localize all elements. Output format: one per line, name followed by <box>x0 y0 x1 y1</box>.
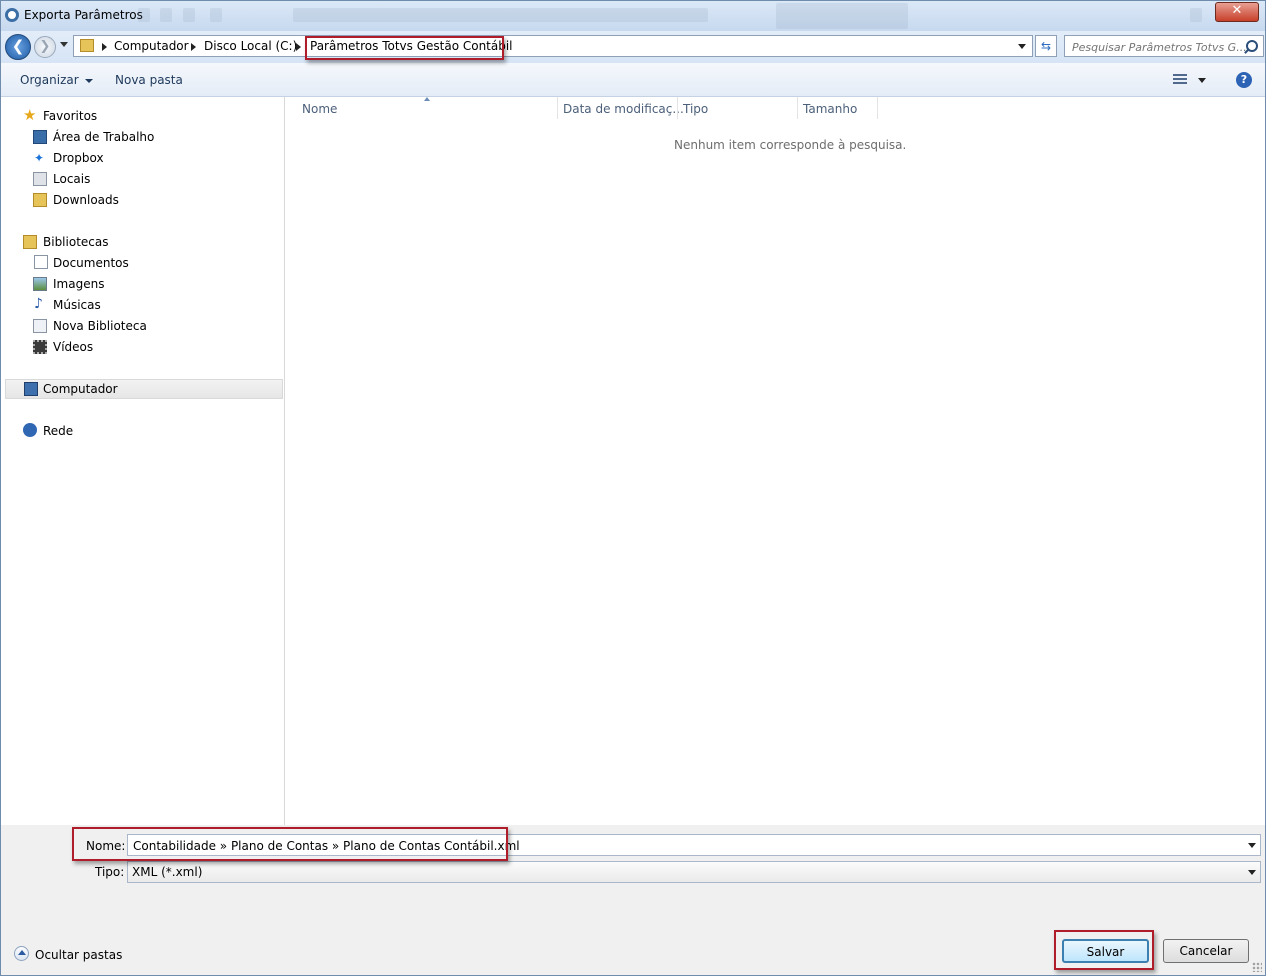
sidebar-item-nova-biblioteca[interactable]: Nova Biblioteca <box>53 319 147 333</box>
sidebar-item-downloads[interactable]: Downloads <box>53 193 119 207</box>
address-dropdown-icon[interactable] <box>1018 44 1026 49</box>
column-header-data[interactable]: Data de modificaç... <box>563 102 684 116</box>
library-icon <box>33 319 47 333</box>
background-ghost <box>160 8 172 22</box>
resize-grip[interactable] <box>1252 962 1262 972</box>
title-bar: Exporta Parâmetros ✕ <box>1 1 1265 31</box>
sidebar-item-rede[interactable]: Rede <box>43 424 73 438</box>
column-divider[interactable] <box>557 97 558 119</box>
sidebar-item-area-de-trabalho[interactable]: Área de Trabalho <box>53 130 154 144</box>
empty-message: Nenhum item corresponde à pesquisa. <box>674 138 907 152</box>
sidebar-item-locais[interactable]: Locais <box>53 172 90 186</box>
type-label: Tipo: <box>95 865 125 879</box>
sidebar-item-computador[interactable]: Computador <box>43 382 118 396</box>
annotation-highlight-save <box>1054 930 1154 970</box>
background-ghost <box>210 8 222 22</box>
chevron-down-icon[interactable] <box>1248 870 1256 875</box>
sidebar-item-favoritos[interactable]: Favoritos <box>43 109 97 123</box>
save-dialog-window: Exporta Parâmetros ✕ ❮ ❯ Computador Disc… <box>0 0 1266 976</box>
navigation-pane: ★ Favoritos Área de Trabalho ✦ Dropbox L… <box>1 97 285 825</box>
downloads-folder-icon <box>33 193 47 207</box>
background-ghost <box>776 3 908 29</box>
column-divider[interactable] <box>797 97 798 119</box>
recent-places-icon <box>33 172 47 186</box>
chevron-up-icon[interactable] <box>14 946 29 961</box>
close-button[interactable]: ✕ <box>1215 2 1259 22</box>
annotation-highlight-filename <box>72 827 508 861</box>
file-type-select[interactable]: XML (*.xml) <box>127 861 1261 883</box>
sort-ascending-icon <box>424 97 430 101</box>
computer-icon <box>24 382 38 396</box>
back-button[interactable]: ❮ <box>5 34 31 60</box>
recent-pages-dropdown-icon[interactable] <box>60 42 68 47</box>
app-icon <box>5 8 19 22</box>
background-ghost <box>293 8 708 22</box>
network-icon <box>23 423 37 437</box>
new-folder-button[interactable]: Nova pasta <box>115 73 183 87</box>
search-icon[interactable] <box>1246 40 1258 52</box>
address-bar[interactable]: Computador Disco Local (C:) Parâmetros T… <box>73 35 1033 57</box>
column-header-nome[interactable]: Nome <box>302 102 337 116</box>
cancel-button[interactable]: Cancelar <box>1163 939 1249 963</box>
view-options-icon[interactable] <box>1173 74 1187 85</box>
annotation-highlight-folder <box>305 36 504 60</box>
view-dropdown-icon[interactable] <box>1198 78 1206 83</box>
chevron-down-icon[interactable] <box>1248 843 1256 848</box>
sidebar-item-videos[interactable]: Vídeos <box>53 340 93 354</box>
file-list-pane: Nome Data de modificaç... Tipo Tamanho N… <box>285 97 1265 825</box>
column-header-tipo[interactable]: Tipo <box>683 102 708 116</box>
background-ghost <box>1190 8 1202 22</box>
column-divider[interactable] <box>677 97 678 119</box>
file-type-value: XML (*.xml) <box>132 865 203 879</box>
chevron-right-icon[interactable] <box>102 43 107 51</box>
hide-folders-button[interactable]: Ocultar pastas <box>35 948 122 962</box>
command-toolbar: Organizar Nova pasta ? <box>1 63 1265 97</box>
refresh-button[interactable]: ⇆ <box>1035 35 1057 57</box>
sidebar-item-dropbox[interactable]: Dropbox <box>53 151 104 165</box>
organize-label: Organizar <box>20 73 79 87</box>
address-bar-row: ❮ ❯ Computador Disco Local (C:) Parâmetr… <box>1 31 1265 63</box>
star-icon: ★ <box>23 106 37 124</box>
sidebar-item-documentos[interactable]: Documentos <box>53 256 129 270</box>
dropbox-icon: ✦ <box>34 151 45 165</box>
sidebar-item-bibliotecas[interactable]: Bibliotecas <box>43 235 108 249</box>
sidebar-item-musicas[interactable]: Músicas <box>53 298 101 312</box>
background-ghost <box>183 8 195 22</box>
organize-button[interactable]: Organizar <box>20 73 93 87</box>
help-icon[interactable]: ? <box>1236 72 1252 88</box>
music-icon: ♪ <box>34 296 43 312</box>
search-box[interactable] <box>1064 35 1264 58</box>
forward-button[interactable]: ❯ <box>34 36 56 58</box>
search-input[interactable] <box>1065 36 1250 58</box>
chevron-right-icon[interactable] <box>191 43 196 51</box>
videos-icon <box>33 340 47 354</box>
desktop-icon <box>33 130 47 144</box>
background-ghost <box>138 8 150 22</box>
folder-icon <box>80 39 94 52</box>
chevron-right-icon[interactable] <box>296 43 301 51</box>
libraries-icon <box>23 235 37 249</box>
breadcrumb-computador[interactable]: Computador <box>114 39 189 53</box>
breadcrumb-disco-local[interactable]: Disco Local (C:) <box>204 39 297 53</box>
pictures-icon <box>33 277 47 291</box>
column-divider[interactable] <box>877 97 878 119</box>
sidebar-item-imagens[interactable]: Imagens <box>53 277 104 291</box>
chevron-down-icon <box>84 78 93 83</box>
documents-icon <box>34 255 48 269</box>
column-header-tamanho[interactable]: Tamanho <box>803 102 857 116</box>
window-title: Exporta Parâmetros <box>24 8 143 22</box>
